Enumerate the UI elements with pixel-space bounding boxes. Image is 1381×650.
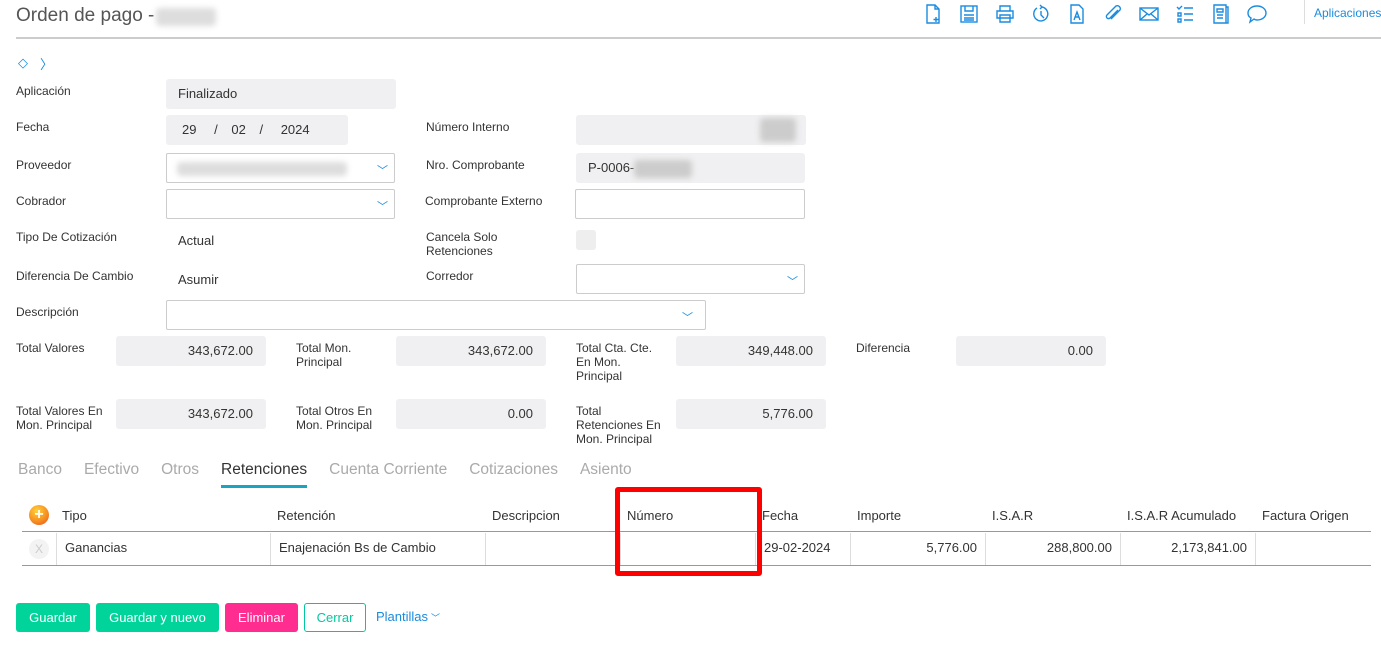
checklist-icon[interactable] [1167,3,1203,25]
cobrador-select[interactable]: ﹀ [166,189,395,219]
history-icon[interactable] [1023,3,1059,25]
comprobante-externo-label: Comprobante Externo [425,194,543,208]
descripcion-label: Descripción [16,305,79,319]
tab-efectivo[interactable]: Efectivo [84,461,139,488]
cell-isar-acumulado[interactable]: 2,173,841.00 [1121,533,1256,565]
col-fecha: Fecha [762,508,799,523]
numero-interno-label: Número Interno [426,120,510,134]
new-document-icon[interactable] [915,3,951,25]
redacted-title-id [156,8,216,26]
cancela-label: Cancela Solo Retenciones [426,230,498,258]
chevron-right-icon[interactable]: 〉 [40,54,53,73]
chevron-down-icon: ﹀ [377,201,388,213]
cell-retencion[interactable]: Enajenación Bs de Cambio [271,533,486,565]
diferencia-cambio-value: Asumir [178,272,219,287]
aplicacion-field: Finalizado [166,79,396,109]
comment-icon[interactable] [1239,3,1275,25]
fecha-label: Fecha [16,120,50,134]
aplicacion-label: Aplicación [16,84,71,98]
col-isar-acumulado: I.S.A.R Acumulado [1127,508,1237,523]
total-mon-principal-label: Total Mon. Principal [296,341,352,369]
proveedor-select[interactable]: ﹀ [166,153,395,183]
col-descripcion: Descripcion [492,508,560,523]
comprobante-externo-input[interactable] [575,189,805,219]
tab-asiento[interactable]: Asiento [580,461,632,488]
add-row-icon[interactable]: + [29,505,49,525]
corredor-label: Corredor [426,269,474,283]
total-retenciones-value: 5,776.00 [676,399,826,429]
apps-menu[interactable]: Aplicaciones [1304,0,1381,24]
nro-comprobante-field: P-0006- [576,153,805,183]
total-valores-mon-label: Total Valores En Mon. Principal [16,404,103,432]
plantillas-menu[interactable]: Plantillas ﹀ [376,609,440,624]
col-factura-origen: Factura Origen [1262,508,1349,523]
tab-retenciones[interactable]: Retenciones [221,461,308,488]
cell-isar[interactable]: 288,800.00 [986,533,1121,565]
col-importe: Importe [857,508,902,523]
total-otros-label: Total Otros En Mon. Principal [296,404,373,432]
guardar-button[interactable]: Guardar [16,603,90,632]
chevron-down-icon: ﹀ [377,165,388,177]
total-valores-value: 343,672.00 [116,336,266,366]
corredor-select[interactable]: ﹀ [576,264,805,294]
cell-importe[interactable]: 5,776.00 [851,533,986,565]
total-valores-label: Total Valores [16,341,85,355]
header-divider [16,37,1381,39]
cell-tipo[interactable]: Ganancias [56,533,271,565]
diferencia-cambio-label: Diferencia De Cambio [16,269,134,283]
fecha-field[interactable]: 29 / 02 / 2024 [166,115,348,145]
cell-factura-origen[interactable] [1256,533,1371,565]
toolbar [915,3,1275,25]
attachment-icon[interactable] [1095,3,1131,25]
total-otros-value: 0.00 [396,399,546,429]
tipo-cotizacion-value: Actual [178,233,215,248]
proveedor-label: Proveedor [16,158,72,172]
tag-icon[interactable]: ◇ [18,55,28,71]
tipo-cotizacion-label: Tipo De Cotización [16,230,117,244]
total-retenciones-label: Total Retenciones En Mon. Principal [576,404,661,446]
col-retencion: Retención [277,508,336,523]
col-tipo: Tipo [62,508,87,523]
delete-row-icon[interactable]: X [29,539,49,559]
document-a-icon[interactable] [1059,3,1095,25]
diferencia-label: Diferencia [856,341,911,355]
report-icon[interactable] [1203,3,1239,25]
chevron-down-icon: ﹀ [682,312,693,324]
tab-otros[interactable]: Otros [161,461,199,488]
nro-comprobante-label: Nro. Comprobante [426,158,525,172]
total-mon-principal-value: 343,672.00 [396,336,546,366]
print-icon[interactable] [987,3,1023,25]
chevron-down-icon: ﹀ [787,276,798,288]
descripcion-input[interactable]: ﹀ [166,300,706,330]
cerrar-button[interactable]: Cerrar [304,603,366,632]
total-valores-mon-value: 343,672.00 [116,399,266,429]
tab-cuenta-corriente[interactable]: Cuenta Corriente [329,461,447,488]
mail-icon[interactable] [1131,3,1167,25]
eliminar-button[interactable]: Eliminar [225,603,298,632]
save-icon[interactable] [951,3,987,25]
cell-descripcion[interactable] [486,533,621,565]
total-cta-cte-value: 349,448.00 [676,336,826,366]
diferencia-value: 0.00 [956,336,1106,366]
tab-banco[interactable]: Banco [18,461,62,488]
tab-cotizaciones[interactable]: Cotizaciones [469,461,558,488]
numero-interno-field [576,115,806,145]
cancela-checkbox[interactable] [576,230,596,250]
cobrador-label: Cobrador [16,194,67,208]
cell-fecha[interactable]: 29-02-2024 [756,533,851,565]
chevron-down-icon: ﹀ [431,613,441,623]
highlight-box [615,487,762,576]
col-isar: I.S.A.R [992,508,1034,523]
guardar-y-nuevo-button[interactable]: Guardar y nuevo [96,603,219,632]
tab-bar: Banco Efectivo Otros Retenciones Cuenta … [18,461,632,488]
page-title: Orden de pago - [16,5,155,26]
total-cta-cte-label: Total Cta. Cte. En Mon. Principal [576,341,653,383]
